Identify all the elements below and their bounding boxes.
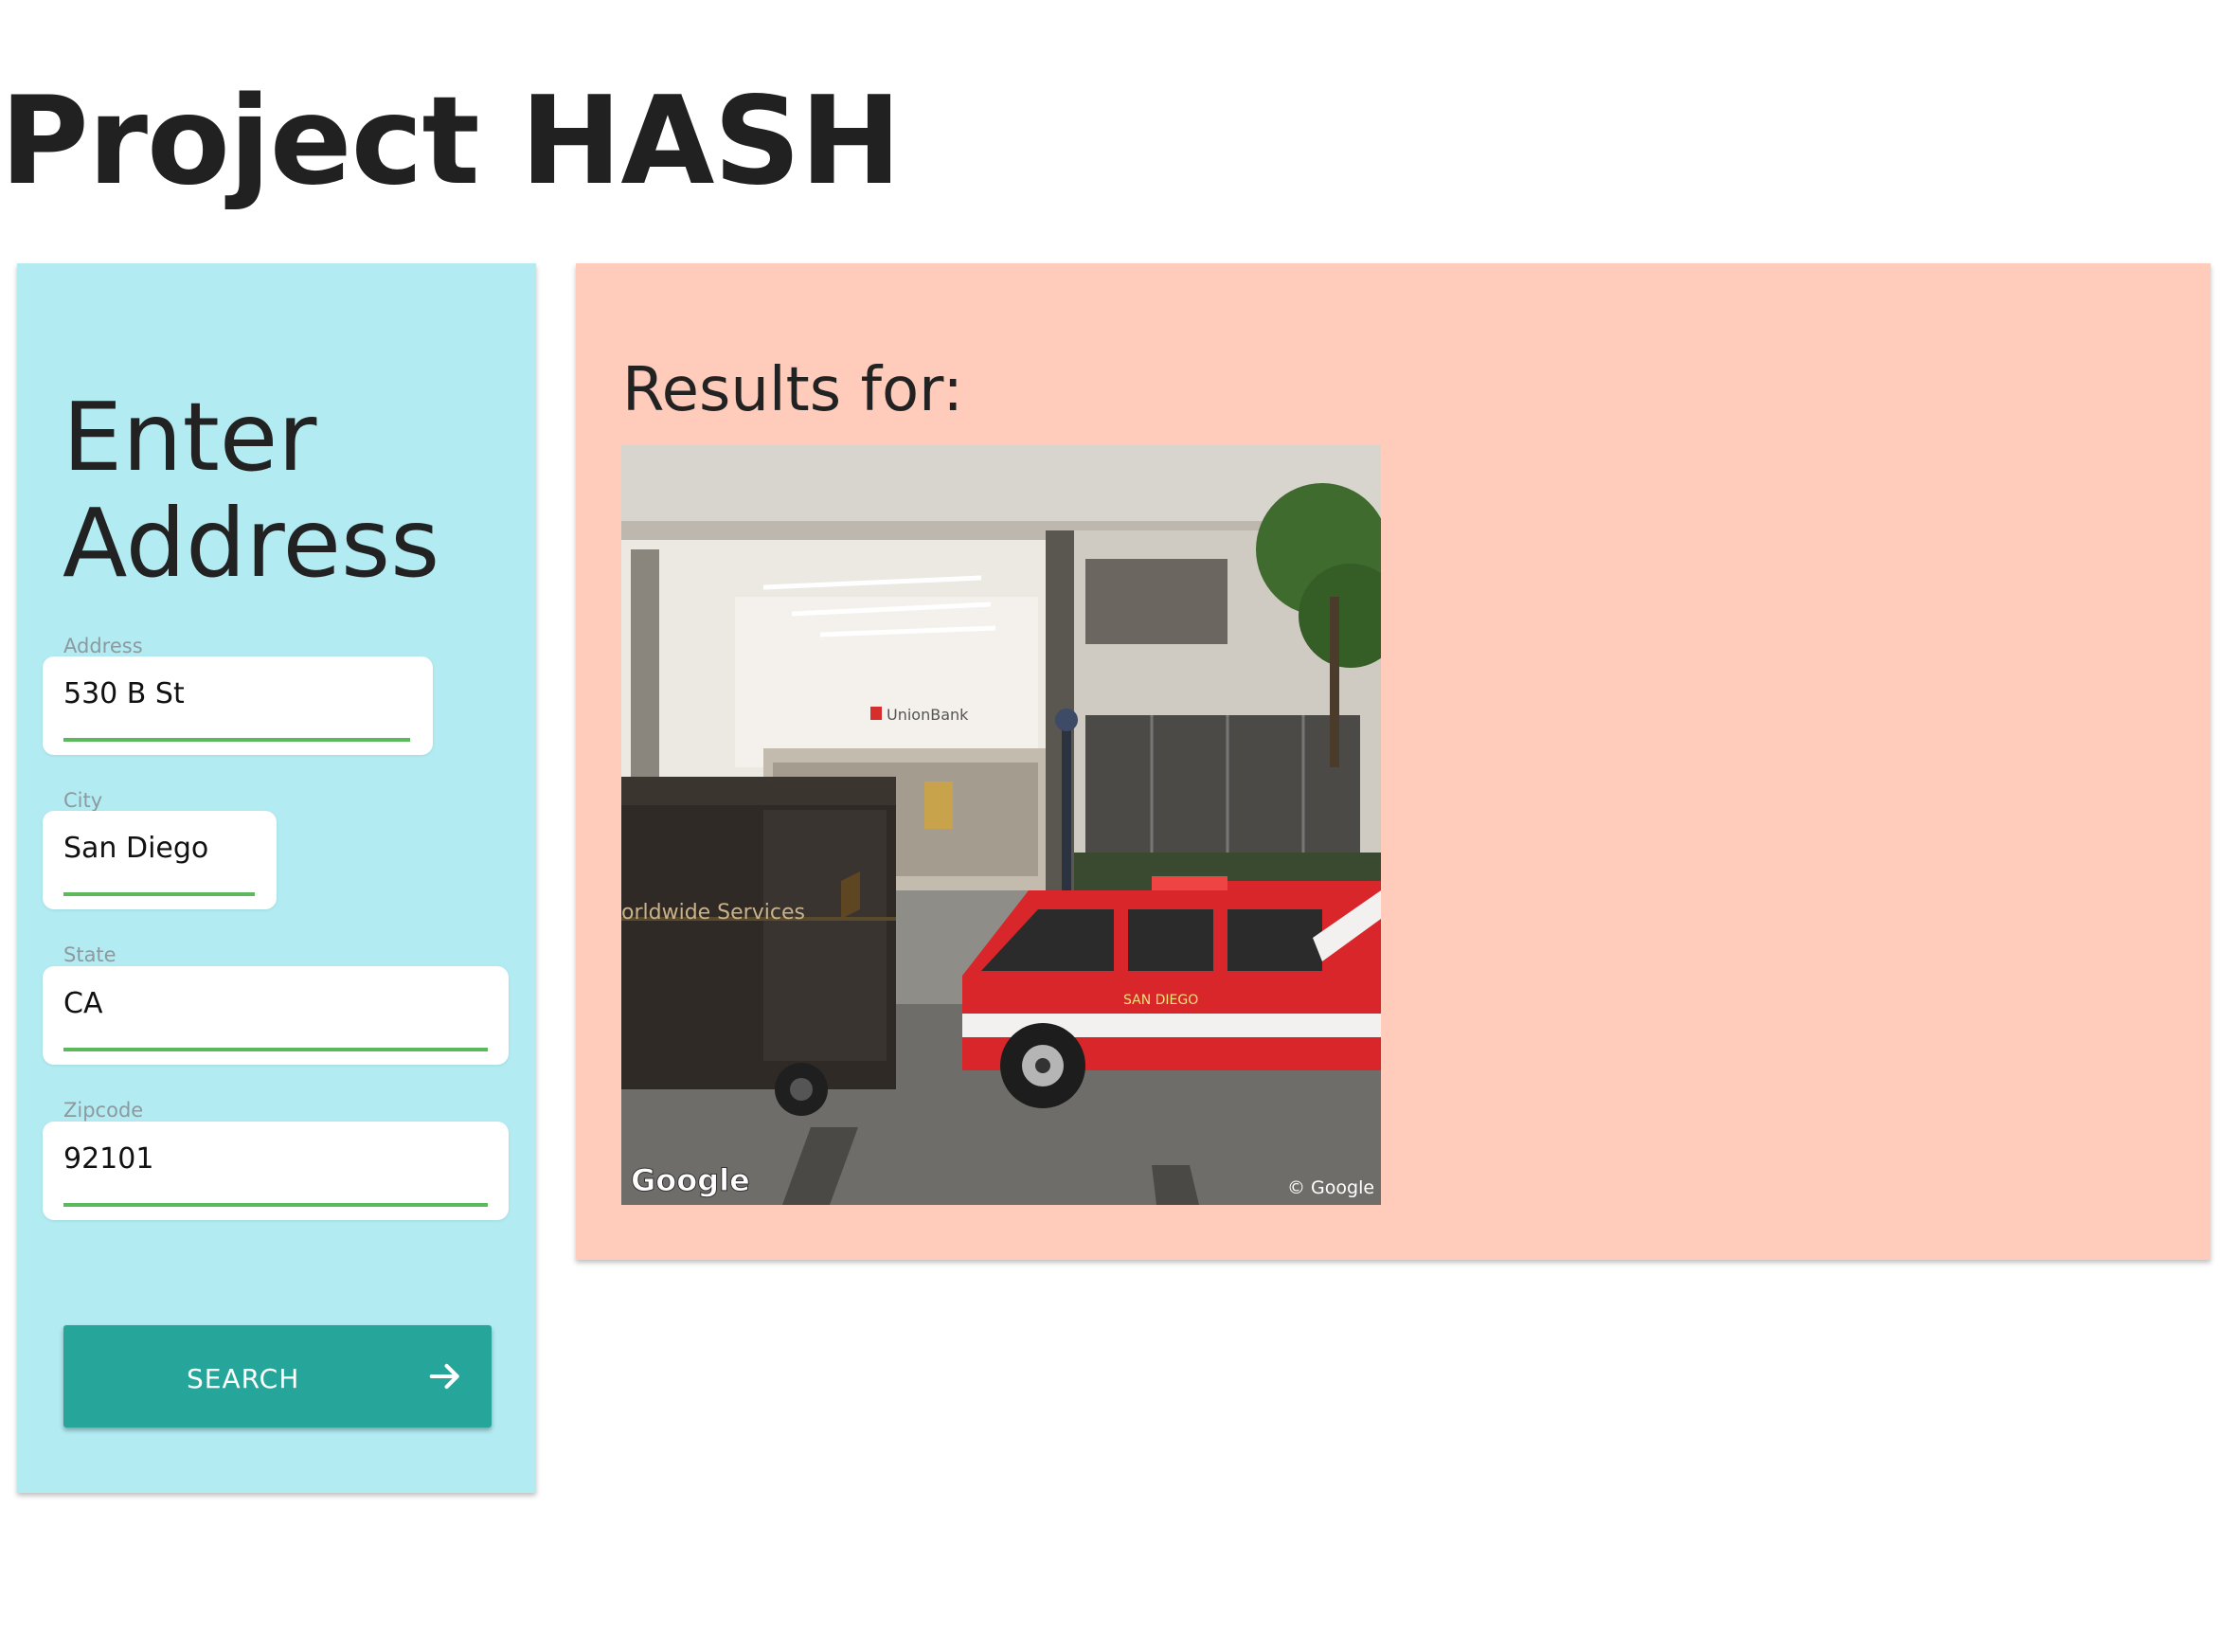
city-field [43,811,277,909]
results-heading: Results for: [622,355,963,425]
google-copyright: © Google [1287,1177,1374,1198]
arrow-right-icon [429,1363,459,1390]
form-heading: Enter Address [63,382,440,599]
state-input[interactable] [63,987,437,1020]
state-label: State [63,943,116,966]
address-form-panel: EnterAddress Address City State Zipcode … [17,263,536,1493]
address-label: Address [63,635,143,657]
state-underline [63,1048,488,1051]
zipcode-underline [63,1203,488,1207]
svg-text:SAN DIEGO: SAN DIEGO [1123,993,1198,1008]
google-watermark: Google [631,1162,750,1198]
zipcode-field [43,1122,509,1220]
address-underline [63,738,410,742]
street-view-image: UnionBank orldwide Services SAN DIEGO Go… [621,445,1381,1205]
search-button-label: SEARCH [187,1363,300,1394]
city-input[interactable] [63,832,251,865]
city-underline [63,892,255,896]
address-input[interactable] [63,677,376,710]
search-button[interactable]: SEARCH [63,1325,492,1428]
svg-text:orldwide Services: orldwide Services [621,901,805,925]
address-field [43,656,433,755]
state-field [43,966,509,1065]
zipcode-input[interactable] [63,1142,437,1176]
page-title: Project HASH [0,71,902,212]
zipcode-label: Zipcode [63,1099,144,1122]
svg-text:UnionBank: UnionBank [887,706,969,724]
city-label: City [63,789,103,812]
results-panel: Results for: UnionBank orldwide Services… [576,263,2211,1260]
